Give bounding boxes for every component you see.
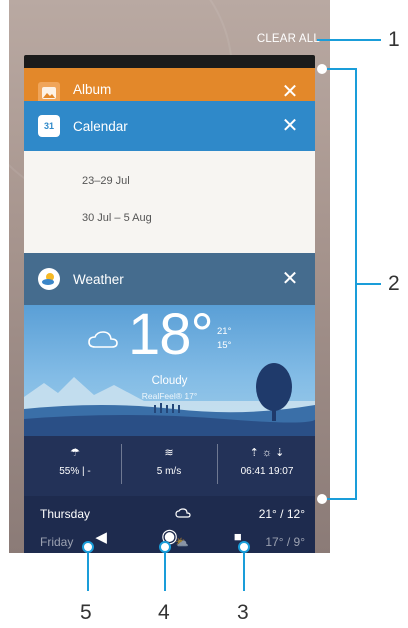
- callout-dot: [82, 541, 94, 553]
- callout-line-2c: [327, 498, 357, 500]
- cloud-icon: [88, 331, 118, 348]
- precipitation-value: 55% | -: [59, 466, 91, 477]
- scroll-indicator-top: [317, 64, 327, 74]
- calendar-icon-day: 31: [43, 121, 54, 131]
- weather-scene: 18° 21° 15° Cloudy RealFeel® 17°: [24, 305, 315, 436]
- precipitation-stat: ☂ 55% | -: [38, 436, 112, 496]
- forecast-day: Thursday: [40, 507, 91, 521]
- high-temperature: 21°: [217, 326, 232, 337]
- realfeel-temperature: RealFeel® 17°: [141, 391, 198, 401]
- calendar-card-header: 31 Calendar: [24, 101, 315, 151]
- umbrella-icon: ☂: [70, 447, 80, 459]
- wind-value: 5 m/s: [156, 466, 182, 477]
- current-temperature: 18°: [128, 305, 214, 367]
- callout-number-3: 3: [237, 601, 249, 624]
- sun-times-value: 06:41 19:07: [240, 466, 294, 477]
- low-temperature: 15°: [217, 340, 232, 351]
- stacked-card-edge: [24, 55, 315, 68]
- weather-condition: Cloudy: [151, 375, 188, 387]
- phone-screen: CLEAR ALL Album ✕ 31 Calendar ✕ 23–29 Ju…: [9, 0, 330, 553]
- forecast-temps: 21° / 12°: [258, 507, 305, 521]
- callout-line-2d: [355, 283, 381, 285]
- callout-number-2: 2: [388, 272, 400, 295]
- weather-card-header: Weather: [24, 253, 315, 305]
- wind-icon: ≋: [164, 447, 174, 459]
- calendar-entry: 23–29 Jul: [82, 175, 130, 187]
- calendar-card-title: Calendar: [73, 118, 128, 134]
- weather-stats: ☂ 55% | - ≋ 5 m/s ⇡ ☼ ⇣ 06:41 19:07: [24, 436, 315, 496]
- weather-card[interactable]: Weather ✕ 18° 21° 15° Cloudy RealFeel® 1…: [24, 253, 315, 553]
- calendar-app-icon: 31: [38, 115, 60, 137]
- close-icon[interactable]: ✕: [280, 101, 300, 151]
- clear-all-button[interactable]: CLEAR ALL: [257, 33, 320, 45]
- divider: [121, 444, 122, 484]
- calendar-entry: 30 Jul – 5 Aug: [82, 212, 152, 224]
- divider: [217, 444, 218, 484]
- wind-stat: ≋ 5 m/s: [132, 436, 206, 496]
- weather-app-icon: [38, 268, 60, 290]
- weather-card-title: Weather: [73, 271, 124, 287]
- callout-number-5: 5: [80, 601, 92, 624]
- sun-stat: ⇡ ☼ ⇣ 06:41 19:07: [224, 436, 310, 496]
- callout-number-1: 1: [388, 28, 400, 51]
- callout-dot: [159, 541, 171, 553]
- calendar-card[interactable]: 31 Calendar ✕ 23–29 Jul 30 Jul – 5 Aug: [24, 101, 315, 261]
- callout-dot: [238, 541, 250, 553]
- callout-line-2a: [327, 68, 357, 70]
- callout-number-4: 4: [158, 601, 170, 624]
- callout-line-1: [317, 39, 381, 41]
- scroll-indicator-bottom: [317, 494, 327, 504]
- cloud-icon: [175, 507, 235, 521]
- album-card-title: Album: [73, 82, 112, 97]
- close-icon[interactable]: ✕: [280, 253, 300, 305]
- sunrise-sunset-icon: ⇡ ☼ ⇣: [249, 447, 285, 459]
